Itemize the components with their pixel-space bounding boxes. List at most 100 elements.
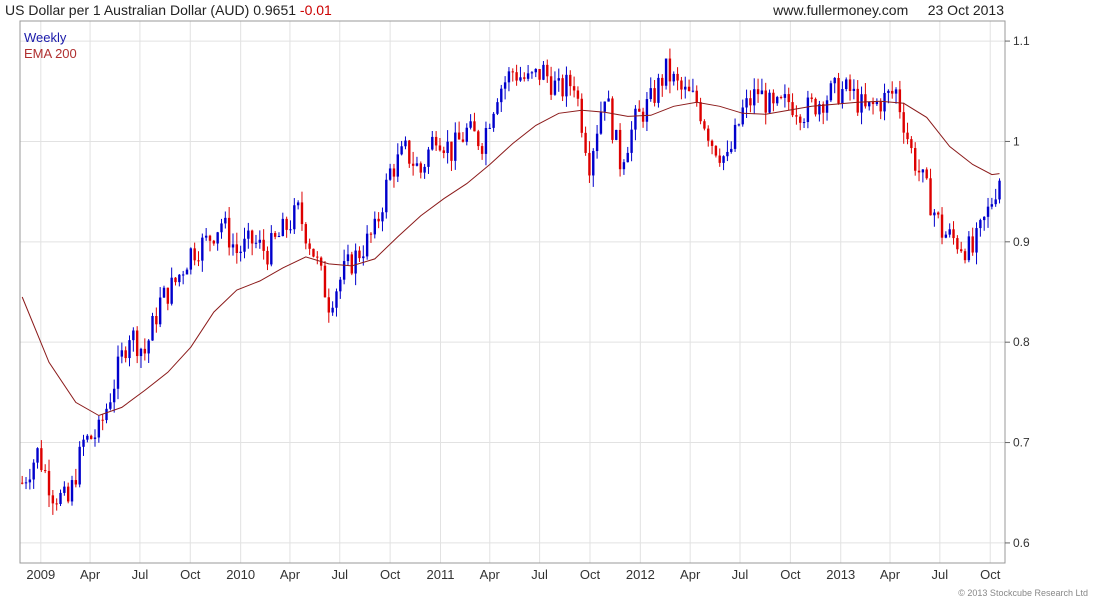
price-bar bbox=[89, 435, 93, 439]
x-tick-label: Jul bbox=[132, 567, 149, 582]
x-tick-label: 2011 bbox=[427, 567, 455, 582]
price-bar bbox=[327, 297, 331, 313]
price-bar bbox=[599, 111, 603, 134]
price-bar bbox=[342, 261, 346, 280]
price-bar bbox=[174, 277, 177, 283]
price-bar bbox=[250, 230, 254, 244]
price-bar bbox=[308, 243, 311, 249]
price-bar bbox=[128, 340, 131, 359]
price-bar bbox=[944, 234, 948, 238]
price-bar bbox=[423, 166, 426, 173]
price-bar bbox=[622, 162, 626, 170]
price-bar bbox=[630, 129, 633, 153]
price-bar bbox=[500, 88, 503, 103]
price-bar bbox=[967, 236, 971, 261]
price-bar bbox=[258, 239, 262, 243]
price-bar bbox=[542, 64, 545, 80]
price-bar bbox=[990, 204, 994, 207]
price-bar bbox=[204, 235, 208, 238]
x-tick-label: Jul bbox=[331, 567, 348, 582]
price-bar bbox=[381, 212, 384, 222]
price-bar bbox=[948, 229, 951, 235]
price-bar bbox=[457, 132, 461, 140]
price-bar bbox=[51, 495, 55, 504]
price-bar bbox=[910, 139, 913, 149]
price-bar bbox=[143, 348, 147, 354]
y-tick-label: 0.6 bbox=[1013, 536, 1030, 550]
price-bar bbox=[672, 73, 675, 82]
price-bar bbox=[691, 90, 695, 92]
price-bar bbox=[687, 86, 691, 92]
price-bar bbox=[227, 217, 231, 248]
price-bar bbox=[561, 78, 564, 97]
price-bar bbox=[937, 212, 940, 215]
price-bar bbox=[952, 229, 955, 239]
price-bar bbox=[377, 218, 380, 222]
price-bar bbox=[569, 74, 572, 87]
y-tick-label: 0.9 bbox=[1013, 235, 1030, 249]
price-bar bbox=[837, 77, 840, 104]
price-bar bbox=[741, 107, 744, 125]
price-bar bbox=[488, 127, 491, 129]
price-bar bbox=[588, 152, 591, 176]
price-bar bbox=[312, 248, 315, 257]
price-bar bbox=[940, 214, 944, 238]
price-bar bbox=[304, 224, 308, 244]
price-bar bbox=[254, 242, 258, 244]
price-bar bbox=[906, 132, 909, 140]
x-tick-label: 2009 bbox=[26, 567, 55, 582]
price-bar bbox=[331, 307, 334, 313]
price-bar bbox=[59, 492, 62, 504]
price-bar bbox=[335, 291, 338, 308]
price-bar bbox=[235, 244, 239, 254]
price-bar bbox=[112, 388, 116, 403]
ema-200-line bbox=[21, 100, 1000, 417]
price-bar bbox=[431, 136, 434, 150]
price-bar bbox=[162, 287, 166, 298]
price-bar bbox=[986, 206, 990, 217]
price-bar bbox=[281, 218, 285, 237]
price-bar bbox=[925, 169, 928, 179]
price-bar bbox=[197, 260, 200, 262]
price-bar bbox=[63, 486, 66, 493]
price-bar bbox=[300, 202, 304, 225]
price-bar bbox=[975, 228, 978, 253]
price-bar bbox=[515, 72, 518, 81]
price-bar bbox=[74, 480, 78, 485]
price-bar bbox=[710, 140, 714, 146]
price-bar bbox=[664, 58, 668, 86]
price-bar bbox=[982, 216, 986, 221]
price-bar bbox=[105, 408, 108, 421]
price-bar bbox=[584, 132, 587, 153]
price-bar bbox=[40, 448, 43, 471]
price-bar bbox=[109, 402, 112, 409]
price-bar bbox=[856, 88, 859, 113]
price-bar bbox=[178, 274, 181, 283]
price-bar bbox=[70, 480, 74, 502]
price-bar bbox=[626, 152, 629, 163]
price-bar bbox=[814, 98, 817, 115]
price-bar bbox=[86, 435, 89, 440]
price-bar bbox=[247, 230, 250, 239]
price-bar bbox=[852, 88, 856, 91]
price-bar bbox=[434, 136, 438, 146]
price-bar bbox=[756, 89, 760, 95]
price-bar bbox=[733, 124, 737, 149]
price-bar bbox=[101, 419, 104, 421]
price-bar bbox=[603, 101, 606, 112]
price-bar bbox=[55, 503, 58, 505]
price-bar bbox=[802, 122, 806, 124]
price-bar bbox=[189, 248, 193, 270]
price-bar bbox=[714, 145, 718, 156]
price-bar bbox=[396, 154, 399, 177]
price-bar bbox=[768, 92, 771, 113]
price-bar bbox=[124, 350, 127, 359]
price-bar bbox=[595, 133, 599, 152]
x-tick-label: Apr bbox=[80, 567, 101, 582]
price-bar bbox=[684, 86, 687, 90]
price-bar bbox=[36, 448, 39, 463]
price-bar bbox=[572, 86, 576, 91]
price-bar bbox=[783, 94, 787, 98]
price-bar bbox=[385, 179, 388, 213]
price-bar bbox=[147, 340, 150, 354]
